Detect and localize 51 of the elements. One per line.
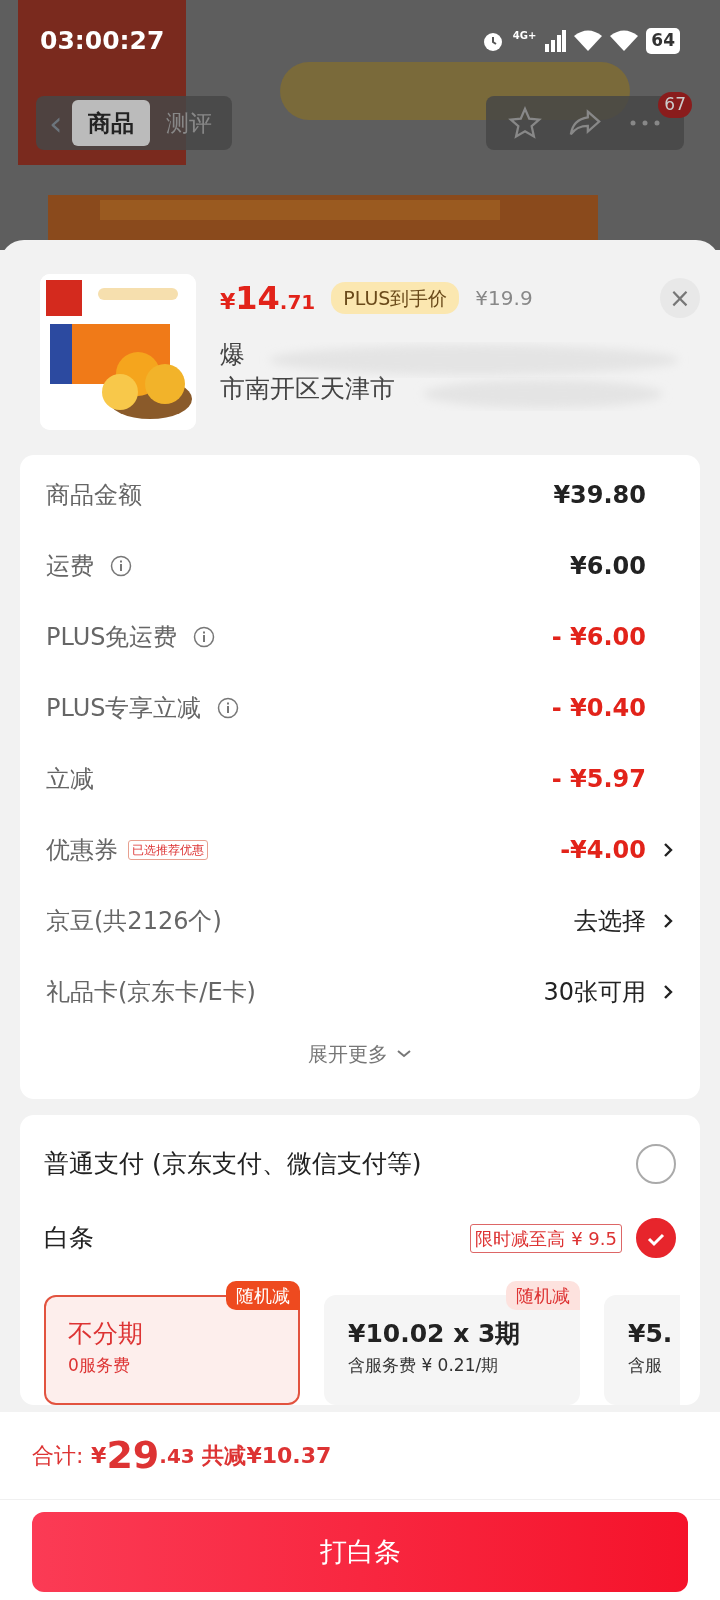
cost-label: 京豆(共2126个) — [46, 905, 222, 937]
promo-tag: 限时减至高 ¥ 9.5 — [470, 1223, 622, 1253]
wifi-icon — [574, 29, 603, 52]
status-time: 03:00:27 — [40, 25, 165, 57]
original-price: ¥19.9 — [475, 285, 533, 312]
chevron-icon[interactable] — [662, 840, 674, 859]
radio-button[interactable] — [636, 1144, 676, 1184]
cost-value: - ¥6.00 — [551, 621, 646, 653]
cost-value: ¥39.80 — [553, 479, 646, 511]
chevron-icon[interactable] — [662, 982, 674, 1001]
price-tag: PLUS到手价 — [331, 281, 460, 315]
info-icon[interactable] — [217, 696, 240, 719]
cost-label: PLUS免运费 — [46, 621, 178, 653]
cost-value: - ¥5.97 — [551, 763, 646, 795]
radio-button[interactable] — [636, 1218, 676, 1258]
address-line: 市南开区天津市 — [220, 372, 395, 405]
notification-badge: 67 — [658, 92, 692, 118]
payment-label: 普通支付 (京东支付、微信支付等) — [44, 1148, 422, 1181]
tab[interactable]: 测评 — [149, 99, 228, 147]
tab[interactable]: 商品 — [71, 99, 150, 147]
battery-level: 64 — [646, 28, 680, 54]
info-icon[interactable] — [193, 625, 216, 648]
cost-label: 运费 — [46, 550, 94, 582]
expand-more-link[interactable]: 展开更多 — [308, 1039, 388, 1069]
more-icon[interactable] — [628, 118, 662, 128]
close-button[interactable]: × — [660, 278, 700, 318]
chevron-down-icon[interactable] — [396, 1049, 412, 1059]
cost-value: - ¥0.40 — [551, 692, 646, 724]
cost-value: ¥6.00 — [570, 550, 646, 582]
payment-label: 白条 — [44, 1222, 94, 1255]
submit-button[interactable]: 打白条 — [32, 1512, 688, 1592]
info-icon[interactable] — [110, 554, 132, 577]
address-line: 爆 — [220, 339, 245, 371]
star-icon[interactable] — [508, 106, 542, 140]
cost-value: -¥4.00 — [560, 834, 646, 866]
network-label: 4G+ — [512, 29, 537, 43]
cost-value: 去选择 — [574, 905, 646, 937]
chevron-icon[interactable] — [662, 911, 674, 930]
random-discount-badge: 随机减 — [506, 1281, 580, 1310]
cost-label: 优惠券 — [46, 834, 118, 866]
installment-option[interactable]: ¥5. 含服 — [604, 1295, 681, 1405]
wifi-icon — [610, 29, 639, 52]
cost-label: 立减 — [46, 763, 94, 795]
cost-label: 礼品卡(京东卡/E卡) — [46, 976, 256, 1008]
cost-value: 30张可用 — [543, 976, 646, 1008]
signal-icon — [544, 29, 567, 52]
cost-label: PLUS专享立减 — [46, 692, 202, 724]
random-discount-badge: 随机减 — [226, 1281, 300, 1310]
cost-label: 商品金额 — [46, 479, 142, 511]
coupon-tag: 已选推荐优惠 — [128, 839, 208, 860]
price: ¥14.71 — [220, 278, 316, 319]
